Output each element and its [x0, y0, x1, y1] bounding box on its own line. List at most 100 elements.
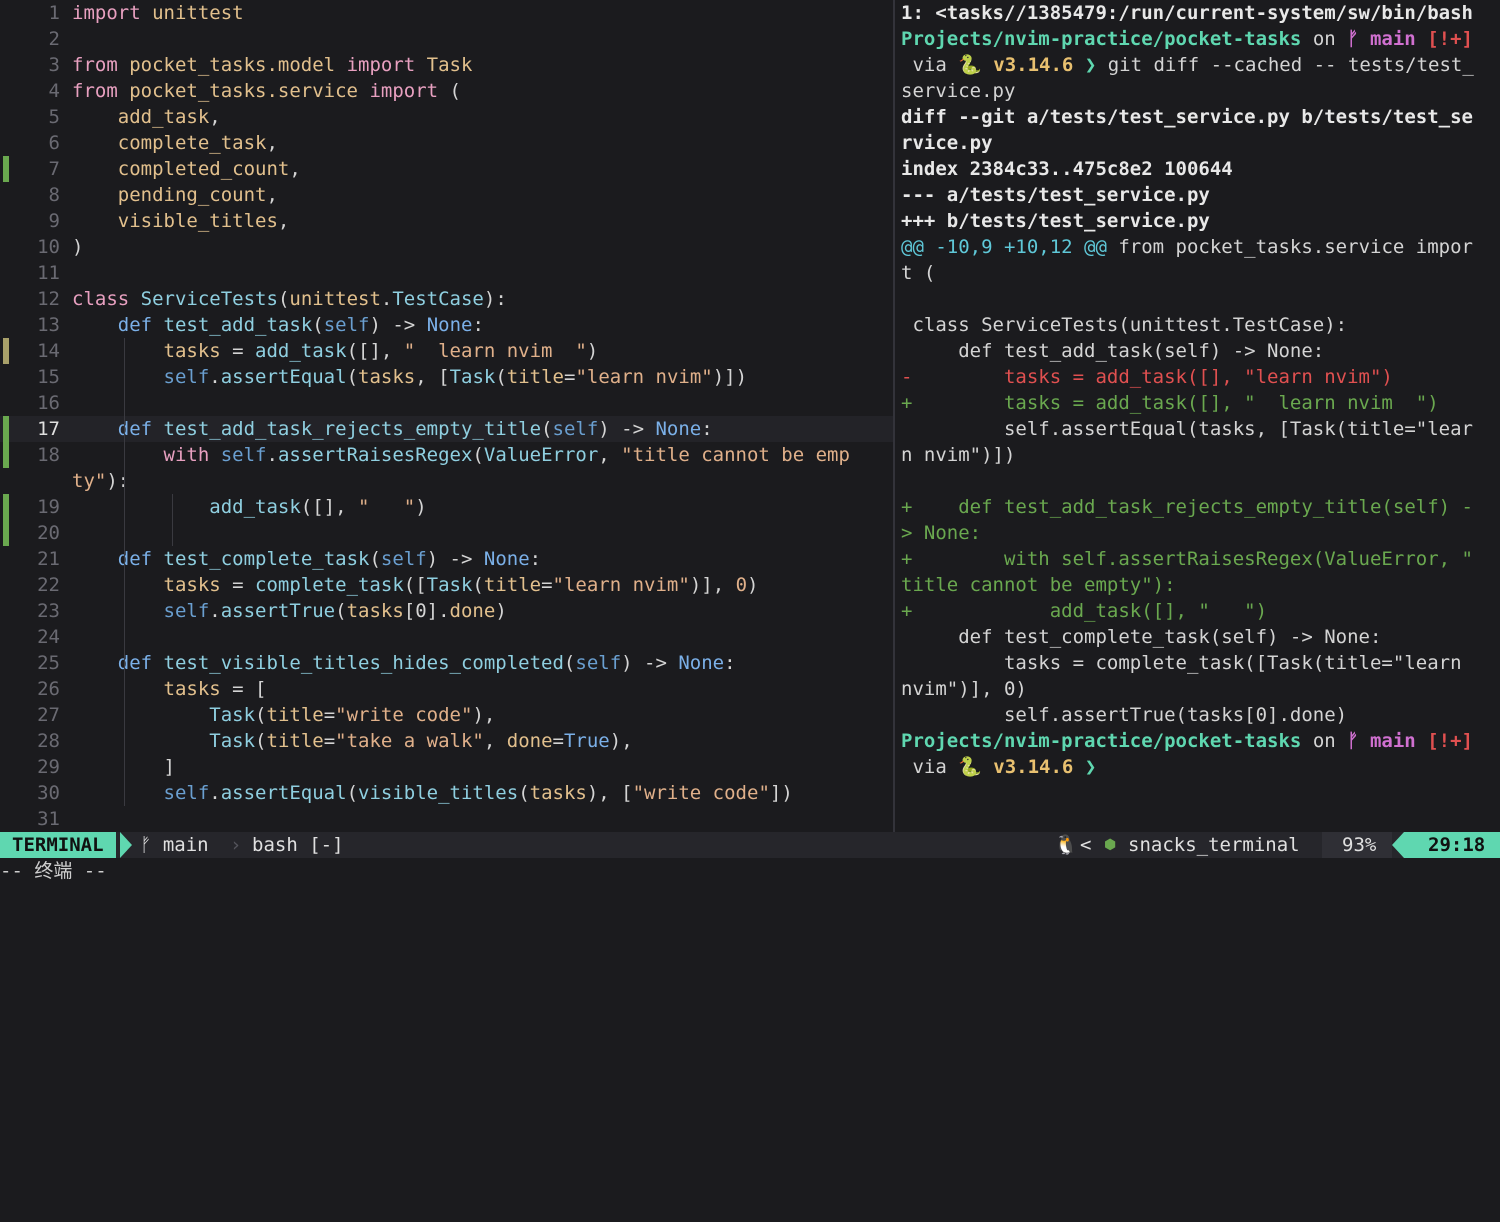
- scroll-percent: 93%: [1342, 834, 1377, 856]
- terminal-line: class ServiceTests(unittest.TestCase):: [901, 314, 1348, 336]
- filetype-icon: ⬢: [1104, 837, 1117, 853]
- editor-line[interactable]: 27 Task(title="write code"),: [0, 702, 893, 728]
- editor-line[interactable]: 26 tasks = [: [0, 676, 893, 702]
- code-text: class ServiceTests(unittest.TestCase):: [72, 288, 507, 310]
- editor-line[interactable]: 7 completed_count,: [0, 156, 893, 182]
- filetype-label: snacks_terminal: [1128, 834, 1300, 856]
- editor-line[interactable]: 3 from pocket_tasks.model import Task: [0, 52, 893, 78]
- editor-line[interactable]: 20: [0, 520, 893, 546]
- line-number: 17: [37, 418, 60, 440]
- line-number: 5: [48, 106, 60, 128]
- editor-line[interactable]: 19 add_task([], " "): [0, 494, 893, 520]
- editor-line[interactable]: 21 def test_complete_task(self) -> None:: [0, 546, 893, 572]
- terminal-line: + with self.assertRaisesRegex(ValueError…: [901, 548, 1473, 570]
- code-text: completed_count,: [117, 158, 301, 180]
- code-text: ): [72, 236, 84, 258]
- line-number: 7: [48, 158, 60, 180]
- cursor-position: 29:18: [1428, 834, 1486, 856]
- indent-guide: [172, 494, 173, 546]
- terminal-line: @@ -10,9 +10,12 @@ from pocket_tasks.ser…: [901, 236, 1473, 258]
- editor-line[interactable]: ty"):: [0, 468, 893, 494]
- editor-line[interactable]: 4 from pocket_tasks.service import (: [0, 78, 893, 104]
- editor-line[interactable]: 28 Task(title="take a walk", done=True),: [0, 728, 893, 754]
- terminal-line: self.assertTrue(tasks[0].done): [901, 704, 1348, 726]
- terminal-line: t (: [901, 262, 936, 284]
- code-text: add_task([], " "): [209, 496, 427, 518]
- editor-line[interactable]: 29 ]: [0, 754, 893, 780]
- editor-line[interactable]: 5 add_task,: [0, 104, 893, 130]
- code-text: def test_complete_task(self) -> None:: [117, 548, 542, 570]
- terminal-line: def test_add_task(self) -> None:: [901, 340, 1325, 362]
- terminal-line: diff --git a/tests/test_service.py b/tes…: [901, 106, 1473, 128]
- code-text: self.assertEqual(visible_titles(tasks), …: [163, 782, 793, 804]
- editor-line[interactable]: 10): [0, 234, 893, 260]
- code-text: import unittest: [72, 2, 244, 24]
- terminal-line: via 🐍 v3.14.6 ❯ git diff --cached -- tes…: [901, 54, 1474, 76]
- editor-line[interactable]: 22 tasks = complete_task([Task(title="le…: [0, 572, 893, 598]
- code-text: visible_titles,: [117, 210, 290, 232]
- line-number: 2: [48, 28, 60, 50]
- terminal-line: service.py: [901, 80, 1016, 102]
- editor-line[interactable]: 17 def test_add_task_rejects_empty_title…: [0, 416, 893, 442]
- line-number: 24: [37, 626, 60, 648]
- code-text: Task(title="write code"),: [209, 704, 496, 726]
- terminal-line: +++ b/tests/test_service.py: [901, 210, 1210, 232]
- mode-separator: [120, 832, 132, 858]
- line-number: 10: [37, 236, 60, 258]
- code-text: tasks = complete_task([Task(title="learn…: [163, 574, 759, 596]
- terminal-line: def test_complete_task(self) -> None:: [901, 626, 1382, 648]
- line-number: 23: [37, 600, 60, 622]
- separator-icon: ›: [230, 834, 242, 856]
- editor-line[interactable]: 18 with self.assertRaisesRegex(ValueErro…: [0, 442, 893, 468]
- editor-line[interactable]: 25 def test_visible_titles_hides_complet…: [0, 650, 893, 676]
- terminal-line: index 2384c33..475c8e2 100644: [901, 158, 1233, 180]
- code-text: def test_add_task_rejects_empty_title(se…: [117, 418, 713, 440]
- terminal-pane[interactable]: 1: <tasks//1385479:/run/current-system/s…: [895, 0, 1500, 832]
- terminal-line: self.assertEqual(tasks, [Task(title="lea…: [901, 418, 1473, 440]
- editor-line[interactable]: 15 self.assertEqual(tasks, [Task(title="…: [0, 364, 893, 390]
- editor-line[interactable]: 13 def test_add_task(self) -> None:: [0, 312, 893, 338]
- editor-line[interactable]: 14 tasks = add_task([], " learn nvim "): [0, 338, 893, 364]
- code-text: ty"):: [72, 470, 130, 492]
- editor-line[interactable]: 6 complete_task,: [0, 130, 893, 156]
- editor-line[interactable]: 11: [0, 260, 893, 286]
- linux-icon: 🐧: [1054, 834, 1078, 856]
- code-text: with self.assertRaisesRegex(ValueError, …: [163, 444, 850, 466]
- terminal-line: - tasks = add_task([], "learn nvim"): [901, 366, 1393, 388]
- editor-line[interactable]: 9 visible_titles,: [0, 208, 893, 234]
- editor-line[interactable]: 31: [0, 806, 893, 832]
- terminal-line: + def test_add_task_rejects_empty_title(…: [901, 496, 1473, 518]
- code-text: def test_add_task(self) -> None:: [117, 314, 484, 336]
- code-text: Task(title="take a walk", done=True),: [209, 730, 633, 752]
- line-number: 27: [37, 704, 60, 726]
- buffer-name: bash [-]: [252, 834, 344, 856]
- statusline: TERMINAL ᚠ main › bash [-] 🐧 < ⬢ snacks_…: [0, 832, 1500, 858]
- editor-line[interactable]: 24: [0, 624, 893, 650]
- code-text: self.assertEqual(tasks, [Task(title="lea…: [163, 366, 748, 388]
- editor-line[interactable]: 8 pending_count,: [0, 182, 893, 208]
- mode-indicator: TERMINAL: [0, 832, 116, 858]
- command-line[interactable]: -- 终端 --: [0, 858, 1500, 885]
- terminal-line: tasks = complete_task([Task(title="learn: [901, 652, 1462, 674]
- terminal-line: + tasks = add_task([], " learn nvim "): [901, 392, 1439, 414]
- git-sign: [3, 494, 9, 520]
- git-sign: [3, 442, 9, 468]
- editor-line[interactable]: 30 self.assertEqual(visible_titles(tasks…: [0, 780, 893, 806]
- line-number: 1: [48, 2, 60, 24]
- editor-line[interactable]: 16: [0, 390, 893, 416]
- editor-line[interactable]: 1 import unittest: [0, 0, 893, 26]
- git-sign: [3, 416, 9, 442]
- editor-line[interactable]: 12 class ServiceTests(unittest.TestCase):: [0, 286, 893, 312]
- editor-line[interactable]: 2: [0, 26, 893, 52]
- terminal-line: via 🐍 v3.14.6 ❯: [901, 756, 1097, 778]
- terminal-line: Projects/nvim-practice/pocket-tasks on ᚠ…: [901, 730, 1473, 752]
- editor-line[interactable]: 23 self.assertTrue(tasks[0].done): [0, 598, 893, 624]
- terminal-line: n nvim")]): [901, 444, 1016, 466]
- line-number: 31: [37, 808, 60, 830]
- terminal-line: title cannot be empty"):: [901, 574, 1176, 596]
- line-number: 25: [37, 652, 60, 674]
- terminal-line: nvim")], 0): [901, 678, 1027, 700]
- line-number: 6: [48, 132, 60, 154]
- line-number: 22: [37, 574, 60, 596]
- editor-pane[interactable]: 1 import unittest 2 3 from pocket_tasks.mode…: [0, 0, 893, 832]
